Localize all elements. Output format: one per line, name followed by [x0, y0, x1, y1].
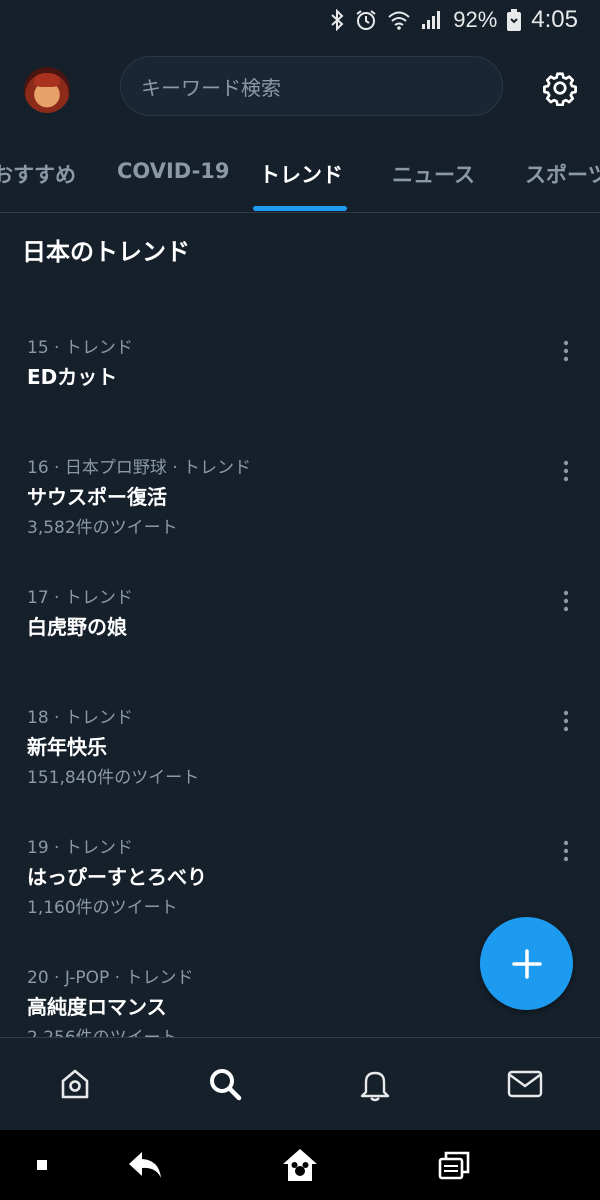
more-vertical-icon: [563, 710, 569, 732]
home-icon: [61, 1069, 89, 1099]
home-icon: [283, 1149, 317, 1181]
system-home-button[interactable]: [280, 1145, 320, 1185]
search-placeholder: キーワード検索: [141, 75, 281, 100]
more-vertical-icon: [563, 590, 569, 612]
system-nav-bar: [0, 1130, 600, 1200]
system-recent-dot-button[interactable]: [22, 1145, 62, 1185]
bottom-nav: [0, 1037, 600, 1130]
tab-sports[interactable]: スポーツ: [525, 159, 600, 189]
trend-name: 白虎野の娘: [27, 615, 127, 639]
signal-icon: [422, 11, 441, 29]
tweet-count: 151,840件のツイート: [27, 768, 200, 788]
more-options-button[interactable]: [552, 457, 580, 485]
trend-meta: 17 · トレンド: [27, 588, 133, 608]
bell-icon: [360, 1071, 390, 1102]
nav-search-button[interactable]: [203, 1062, 247, 1106]
battery-percent: 92%: [453, 7, 498, 32]
trend-name: 高純度ロマンス: [27, 995, 167, 1019]
avatar[interactable]: [24, 67, 70, 113]
more-options-button[interactable]: [552, 337, 580, 365]
mail-icon: [507, 1070, 543, 1098]
nav-notifications-button[interactable]: [353, 1062, 397, 1106]
trend-meta: 19 · トレンド: [27, 838, 133, 858]
active-tab-indicator: [253, 206, 347, 211]
plus-icon: [511, 948, 542, 979]
nav-home-button[interactable]: [53, 1062, 97, 1106]
trend-meta: 16 · 日本プロ野球 · トレンド: [27, 458, 252, 478]
system-overview-button[interactable]: [434, 1145, 474, 1185]
back-icon: [129, 1152, 161, 1178]
nav-messages-button[interactable]: [503, 1062, 547, 1106]
battery-icon: [507, 9, 522, 31]
bluetooth-icon: [331, 9, 344, 31]
more-options-button[interactable]: [552, 587, 580, 615]
alarm-icon: [356, 10, 376, 30]
section-title: 日本のトレンド: [22, 238, 190, 266]
overview-icon: [438, 1151, 470, 1180]
tweet-count: 1,160件のツイート: [27, 898, 178, 918]
trend-name: EDカット: [27, 365, 118, 389]
trend-name: はっぴーすとろべり: [27, 865, 207, 889]
settings-button[interactable]: [540, 68, 580, 108]
system-back-button[interactable]: [125, 1145, 165, 1185]
compose-tweet-button[interactable]: [480, 917, 573, 1010]
gear-icon: [543, 72, 577, 106]
more-options-button[interactable]: [552, 837, 580, 865]
trend-meta: 20 · J-POP · トレンド: [27, 968, 194, 988]
tweet-count: 2,256件のツイート: [27, 1023, 178, 1037]
more-options-button[interactable]: [552, 707, 580, 735]
tab-news[interactable]: ニュース: [392, 159, 475, 189]
trend-meta: 18 · トレンド: [27, 708, 133, 728]
status-bar: 92% 4:05: [0, 0, 600, 40]
tab-bar: おすすめ COVID-19 トレンド ニュース スポーツ: [0, 135, 600, 213]
status-icons: 92% 4:05: [329, 6, 578, 34]
top-header: キーワード検索: [0, 40, 600, 135]
tab-recommended[interactable]: おすすめ: [0, 159, 76, 189]
search-icon: [210, 1069, 242, 1101]
tab-covid19[interactable]: COVID-19: [117, 159, 230, 183]
tweet-count: 3,582件のツイート: [27, 518, 178, 538]
search-input[interactable]: キーワード検索: [120, 56, 503, 116]
more-vertical-icon: [563, 840, 569, 862]
more-vertical-icon: [563, 340, 569, 362]
trend-name: サウスポー復活: [27, 485, 167, 509]
trend-meta: 15 · トレンド: [27, 338, 133, 358]
tab-trends[interactable]: トレンド: [259, 159, 343, 189]
more-vertical-icon: [563, 460, 569, 482]
trend-name: 新年快乐: [27, 735, 107, 759]
clock: 4:05: [531, 6, 578, 33]
recent-dot-icon: [37, 1160, 47, 1170]
wifi-icon: [388, 11, 410, 30]
